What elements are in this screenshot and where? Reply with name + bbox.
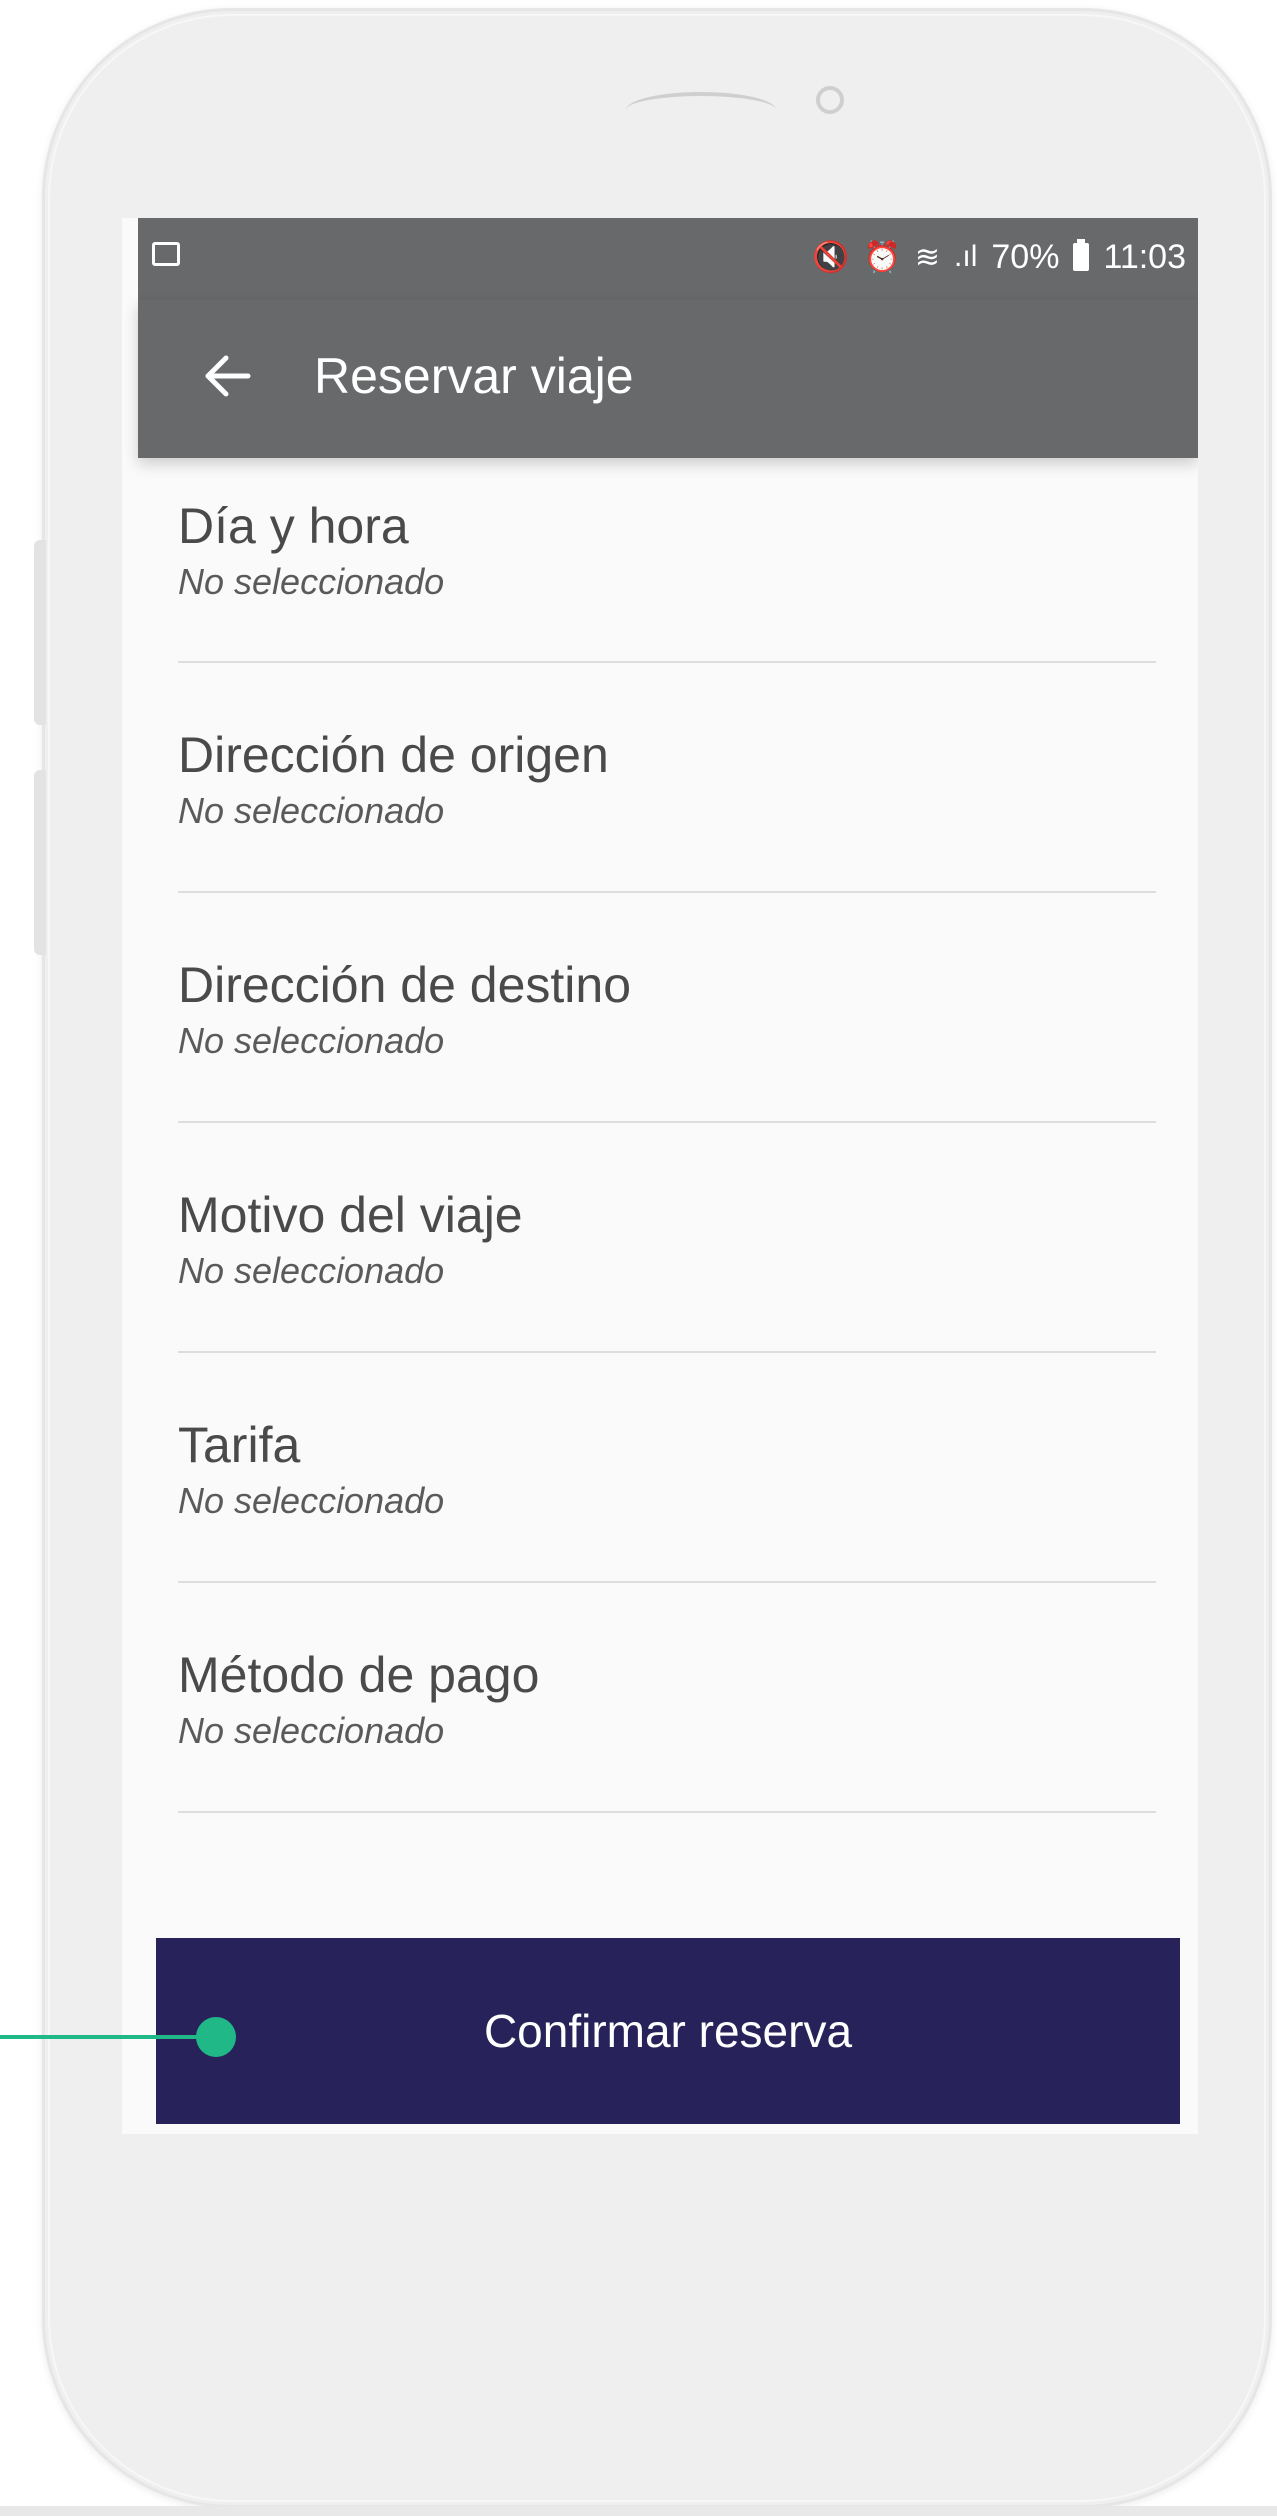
callout-line xyxy=(0,2035,212,2039)
arrow-left-icon[interactable] xyxy=(198,346,258,406)
signal-icon: .ıl xyxy=(954,240,978,273)
field-fare[interactable]: Tarifa No seleccionado xyxy=(178,1353,1156,1583)
field-value: No seleccionado xyxy=(178,790,445,831)
field-value: No seleccionado xyxy=(178,1480,445,1521)
confirm-booking-button[interactable]: Confirmar reserva xyxy=(156,1938,1180,2124)
field-origin-address[interactable]: Dirección de origen No seleccionado xyxy=(178,663,1156,893)
field-label: Tarifa xyxy=(178,1417,301,1473)
battery-icon xyxy=(1073,239,1090,271)
field-value: No seleccionado xyxy=(178,1250,445,1291)
phone-camera xyxy=(816,86,844,114)
image-icon xyxy=(152,242,180,266)
status-icons: 🔇 ⏰ ≋ .ıl 70% 11:03 xyxy=(812,232,1186,282)
callout-dot xyxy=(196,2017,236,2057)
field-date-time[interactable]: Día y hora No seleccionado xyxy=(178,458,1156,663)
status-bar: 🔇 ⏰ ≋ .ıl 70% 11:03 xyxy=(138,218,1198,300)
wifi-icon: ≋ xyxy=(914,240,941,274)
field-label: Método de pago xyxy=(178,1647,540,1703)
app-screen: 🔇 ⏰ ≋ .ıl 70% 11:03 Reservar viaje Día y… xyxy=(122,218,1198,2134)
status-time: 11:03 xyxy=(1103,237,1186,276)
page-title: Reservar viaje xyxy=(314,348,634,404)
field-payment-method[interactable]: Método de pago No seleccionado xyxy=(178,1583,1156,1813)
booking-form: Día y hora No seleccionado Dirección de … xyxy=(178,458,1156,1813)
field-value: No seleccionado xyxy=(178,1710,445,1751)
field-trip-reason[interactable]: Motivo del viaje No seleccionado xyxy=(178,1123,1156,1353)
field-label: Motivo del viaje xyxy=(178,1187,523,1243)
battery-percent: 70% xyxy=(991,237,1060,276)
field-label: Día y hora xyxy=(178,498,409,554)
field-value: No seleccionado xyxy=(178,561,445,602)
app-bar: Reservar viaje xyxy=(138,300,1198,458)
phone-side-button-lower xyxy=(34,770,46,955)
field-value: No seleccionado xyxy=(178,1020,445,1061)
mute-icon: 🔇 xyxy=(812,240,850,274)
field-label: Dirección de destino xyxy=(178,957,632,1013)
field-label: Dirección de origen xyxy=(178,727,609,783)
phone-side-button-upper xyxy=(34,540,46,725)
field-destination-address[interactable]: Dirección de destino No seleccionado xyxy=(178,893,1156,1123)
alarm-icon: ⏰ xyxy=(863,240,901,274)
bottom-strip xyxy=(0,2506,1277,2516)
